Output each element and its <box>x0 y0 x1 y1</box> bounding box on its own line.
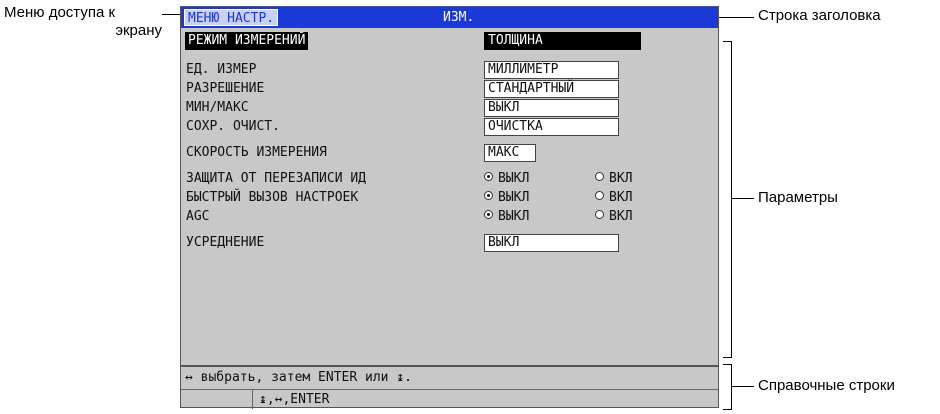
bracket-help-lines <box>723 364 732 410</box>
param-meas-speed-label: СКОРОСТЬ ИЗМЕРЕНИЯ <box>186 145 327 160</box>
radio-id-overwrite-on-label: ВКЛ <box>609 171 633 186</box>
radio-id-overwrite-off-label: ВЫКЛ <box>498 171 530 186</box>
callout-menu-access-line2: экрану <box>115 22 162 39</box>
param-averaging-value[interactable]: ВЫКЛ <box>484 234 619 252</box>
help-lines: ↔ выбрать, затем ENTER или ↨. ↨,↔,ENTER <box>181 365 718 409</box>
param-meas-speed-value[interactable]: МАКС <box>484 144 536 162</box>
radio-agc-on-label: ВКЛ <box>609 209 633 224</box>
help-line-2: ↨,↔,ENTER <box>259 392 330 407</box>
radio-id-overwrite-off[interactable]: ВЫКЛ <box>484 170 529 188</box>
leader-parameters <box>732 198 754 199</box>
help-divider <box>181 389 718 390</box>
param-min-max-value[interactable]: ВЫКЛ <box>484 99 619 117</box>
param-resolution-label: РАЗРЕШЕНИЕ <box>186 81 265 96</box>
callout-menu-access: Меню доступа к экрану <box>4 4 176 40</box>
radio-selected-icon <box>484 210 493 219</box>
radio-selected-icon <box>484 172 493 181</box>
setup-menu-tab[interactable]: МЕНЮ НАСТР. <box>184 9 279 26</box>
param-agc-label: AGC <box>186 209 210 224</box>
leader-title-bar <box>719 17 754 18</box>
radio-id-overwrite-on[interactable]: ВКЛ <box>595 170 632 188</box>
leader-help-lines <box>732 386 754 387</box>
radio-quick-recall-off-label: ВЫКЛ <box>498 190 530 205</box>
radio-quick-recall-on-label: ВКЛ <box>609 190 633 205</box>
radio-unselected-icon <box>595 191 604 200</box>
radio-agc-off[interactable]: ВЫКЛ <box>484 208 529 226</box>
help-separator <box>252 389 253 409</box>
parameters-area: РЕЖИМ ИЗМЕРЕНИЙ ТОЛЩИНА ЕД. ИЗМЕР МИЛЛИМ… <box>181 30 718 363</box>
bracket-parameters <box>723 41 732 358</box>
callout-title-bar: Строка заголовка <box>758 7 881 24</box>
callout-help-lines: Справочные строки <box>758 377 895 394</box>
radio-unselected-icon <box>595 210 604 219</box>
param-units-value[interactable]: МИЛЛИМЕТР <box>484 61 619 79</box>
radio-quick-recall-off[interactable]: ВЫКЛ <box>484 189 529 207</box>
param-quick-recall-label: БЫСТРЫЙ ВЫЗОВ НАСТРОЕК <box>186 190 359 205</box>
param-save-clear-label: СОХР. ОЧИСТ. <box>186 119 280 134</box>
radio-selected-icon <box>484 191 493 200</box>
callout-parameters: Параметры <box>758 189 838 206</box>
radio-agc-on[interactable]: ВКЛ <box>595 208 632 226</box>
title-bar: МЕНЮ НАСТР. ИЗМ. <box>181 7 718 28</box>
radio-agc-off-label: ВЫКЛ <box>498 209 530 224</box>
param-id-overwrite-label: ЗАЩИТА ОТ ПЕРЕЗАПИСИ ИД <box>186 171 367 186</box>
param-save-clear-value[interactable]: ОЧИСТКА <box>484 118 619 136</box>
param-averaging-label: УСРЕДНЕНИЕ <box>186 235 265 250</box>
param-min-max-label: МИН/МАКС <box>186 100 249 115</box>
param-resolution-value[interactable]: СТАНДАРТНЫЙ <box>484 80 619 98</box>
radio-quick-recall-on[interactable]: ВКЛ <box>595 189 632 207</box>
param-units-label: ЕД. ИЗМЕР <box>186 62 257 77</box>
param-measure-mode-value[interactable]: ТОЛЩИНА <box>484 32 641 50</box>
param-measure-mode-label[interactable]: РЕЖИМ ИЗМЕРЕНИЙ <box>185 32 309 50</box>
screen-title: ИЗМ. <box>443 10 475 25</box>
help-line-1: ↔ выбрать, затем ENTER или ↨. <box>185 370 412 385</box>
radio-unselected-icon <box>595 172 604 181</box>
callout-menu-access-line1: Меню доступа к <box>4 4 116 21</box>
instrument-screen: МЕНЮ НАСТР. ИЗМ. РЕЖИМ ИЗМЕРЕНИЙ ТОЛЩИНА… <box>180 6 719 409</box>
